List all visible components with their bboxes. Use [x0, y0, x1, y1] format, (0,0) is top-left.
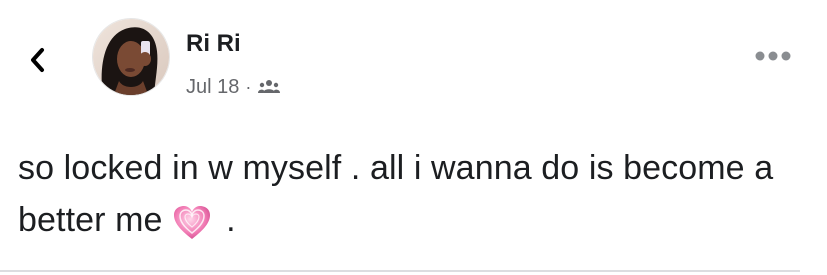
meta-separator: · — [245, 76, 252, 97]
avatar-photo — [93, 19, 169, 95]
chevron-left-icon — [31, 48, 44, 72]
more-options-button[interactable] — [752, 46, 794, 66]
avatar[interactable] — [92, 18, 170, 96]
post-card: Ri Ri Jul 18 · so locked in w myself . a… — [0, 0, 827, 275]
post-trailing-text: . — [216, 201, 236, 239]
post-body: so locked in w myself . all i wanna do i… — [18, 142, 808, 256]
more-horizontal-icon — [755, 51, 791, 61]
divider — [0, 270, 800, 272]
friends-icon[interactable] — [258, 79, 281, 95]
post-date[interactable]: Jul 18 — [186, 76, 239, 99]
post-meta: Jul 18 · — [186, 74, 281, 100]
back-button[interactable] — [18, 40, 58, 80]
author-name[interactable]: Ri Ri — [186, 30, 241, 58]
growing-heart-emoji — [173, 204, 211, 256]
post-text: so locked in w myself . all i wanna do i… — [18, 149, 774, 239]
